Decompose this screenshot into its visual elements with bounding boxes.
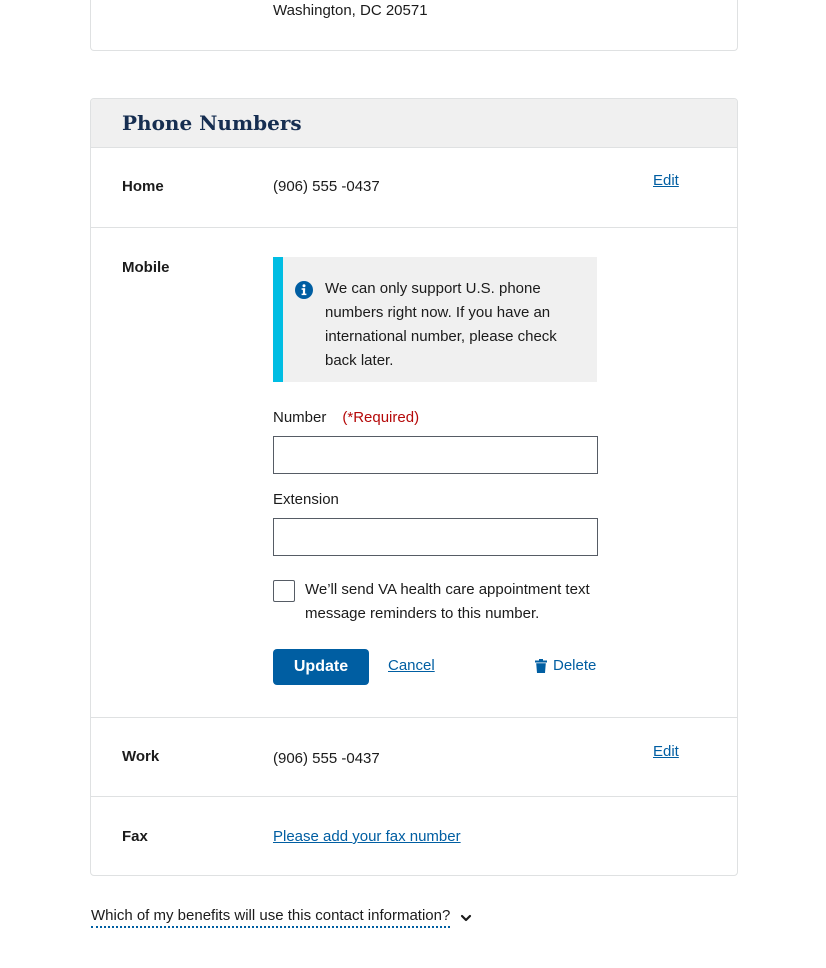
mobile-label: Mobile	[122, 259, 170, 276]
text-reminders-checkbox[interactable]	[273, 580, 295, 602]
fax-label: Fax	[122, 828, 148, 845]
fax-row: Fax Please add your fax number	[91, 797, 737, 875]
work-phone-row: Work (906) 555 -0437 Edit	[91, 718, 737, 797]
required-indicator: (*Required)	[342, 409, 420, 426]
benefits-link-text: Which of my benefits will use this conta…	[91, 907, 451, 928]
text-reminders-label: We’ll send VA health care appointment te…	[305, 581, 590, 622]
info-alert: We can only support U.S. phone numbers r…	[273, 257, 597, 382]
add-fax-link[interactable]: Please add your fax number	[273, 828, 461, 845]
phone-numbers-card: Phone Numbers Home (906) 555 -0437 Edit …	[90, 98, 738, 876]
number-field-label: Number (*Required)	[273, 409, 419, 426]
work-phone-value: (906) 555 -0437	[273, 750, 380, 767]
cancel-link[interactable]: Cancel	[388, 657, 435, 674]
trash-icon	[535, 658, 547, 673]
delete-label: Delete	[553, 657, 597, 674]
edit-home-link[interactable]: Edit	[653, 172, 679, 189]
delete-button[interactable]: Delete	[535, 657, 596, 674]
extension-input[interactable]	[273, 518, 598, 556]
section-title: Phone Numbers	[122, 111, 302, 135]
update-button[interactable]: Update	[273, 649, 369, 685]
number-label: Number	[273, 409, 327, 426]
card-header: Phone Numbers	[91, 99, 737, 148]
home-label: Home	[122, 178, 164, 195]
edit-work-link[interactable]: Edit	[653, 743, 679, 760]
chevron-down-icon	[461, 914, 472, 921]
number-input[interactable]	[273, 436, 598, 474]
info-icon	[295, 281, 313, 299]
address-card: Washington, DC 20571	[90, 0, 738, 51]
benefits-expander[interactable]: Which of my benefits will use this conta…	[91, 907, 472, 928]
home-phone-row: Home (906) 555 -0437 Edit	[91, 148, 737, 228]
alert-message: We can only support U.S. phone numbers r…	[325, 280, 557, 369]
work-label: Work	[122, 748, 160, 765]
home-phone-value: (906) 555 -0437	[273, 178, 380, 195]
address-line: Washington, DC 20571	[273, 2, 428, 19]
mobile-phone-row: Mobile We can only support U.S. phone nu…	[91, 228, 737, 718]
extension-label: Extension	[273, 491, 339, 508]
